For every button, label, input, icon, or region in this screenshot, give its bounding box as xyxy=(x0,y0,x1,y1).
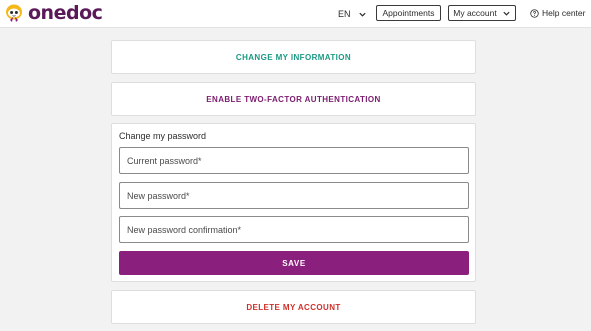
confirm-password-input[interactable] xyxy=(120,217,468,242)
appointments-button[interactable]: Appointments xyxy=(376,5,441,21)
onedoc-mascot-icon xyxy=(4,3,24,23)
current-password-field[interactable] xyxy=(119,147,469,174)
delete-account-card[interactable]: DELETE MY ACCOUNT xyxy=(111,290,476,324)
my-account-button[interactable]: My account xyxy=(448,5,516,21)
my-account-button-label: My account xyxy=(453,8,497,18)
chevron-down-icon xyxy=(503,11,510,16)
change-password-title: Change my password xyxy=(119,131,207,141)
help-center-label: Help center xyxy=(542,8,586,18)
language-label: EN xyxy=(338,9,351,19)
change-information-link[interactable]: CHANGE MY INFORMATION xyxy=(236,53,351,62)
change-password-card: Change my password SAVE xyxy=(111,123,476,282)
new-password-field[interactable] xyxy=(119,182,469,209)
delete-account-link[interactable]: DELETE MY ACCOUNT xyxy=(246,303,340,312)
appointments-button-label: Appointments xyxy=(382,8,435,18)
enable-two-factor-link[interactable]: ENABLE TWO-FACTOR AUTHENTICATION xyxy=(206,95,380,104)
chevron-down-icon xyxy=(358,12,366,17)
top-navigation-bar: onedoc EN Appointments My account Help c… xyxy=(0,0,591,28)
new-password-input[interactable] xyxy=(120,183,468,208)
save-button[interactable]: SAVE xyxy=(119,251,469,275)
logo-wordmark: onedoc xyxy=(28,2,103,24)
two-factor-card[interactable]: ENABLE TWO-FACTOR AUTHENTICATION xyxy=(111,82,476,116)
language-selector[interactable]: EN xyxy=(338,7,367,21)
save-button-label: SAVE xyxy=(282,258,306,268)
help-circle-icon xyxy=(530,8,539,18)
help-center-link[interactable]: Help center xyxy=(530,7,585,19)
change-information-card[interactable]: CHANGE MY INFORMATION xyxy=(111,40,476,74)
confirm-password-field[interactable] xyxy=(119,216,469,243)
current-password-input[interactable] xyxy=(120,148,468,173)
onedoc-logo[interactable]: onedoc xyxy=(4,2,103,24)
